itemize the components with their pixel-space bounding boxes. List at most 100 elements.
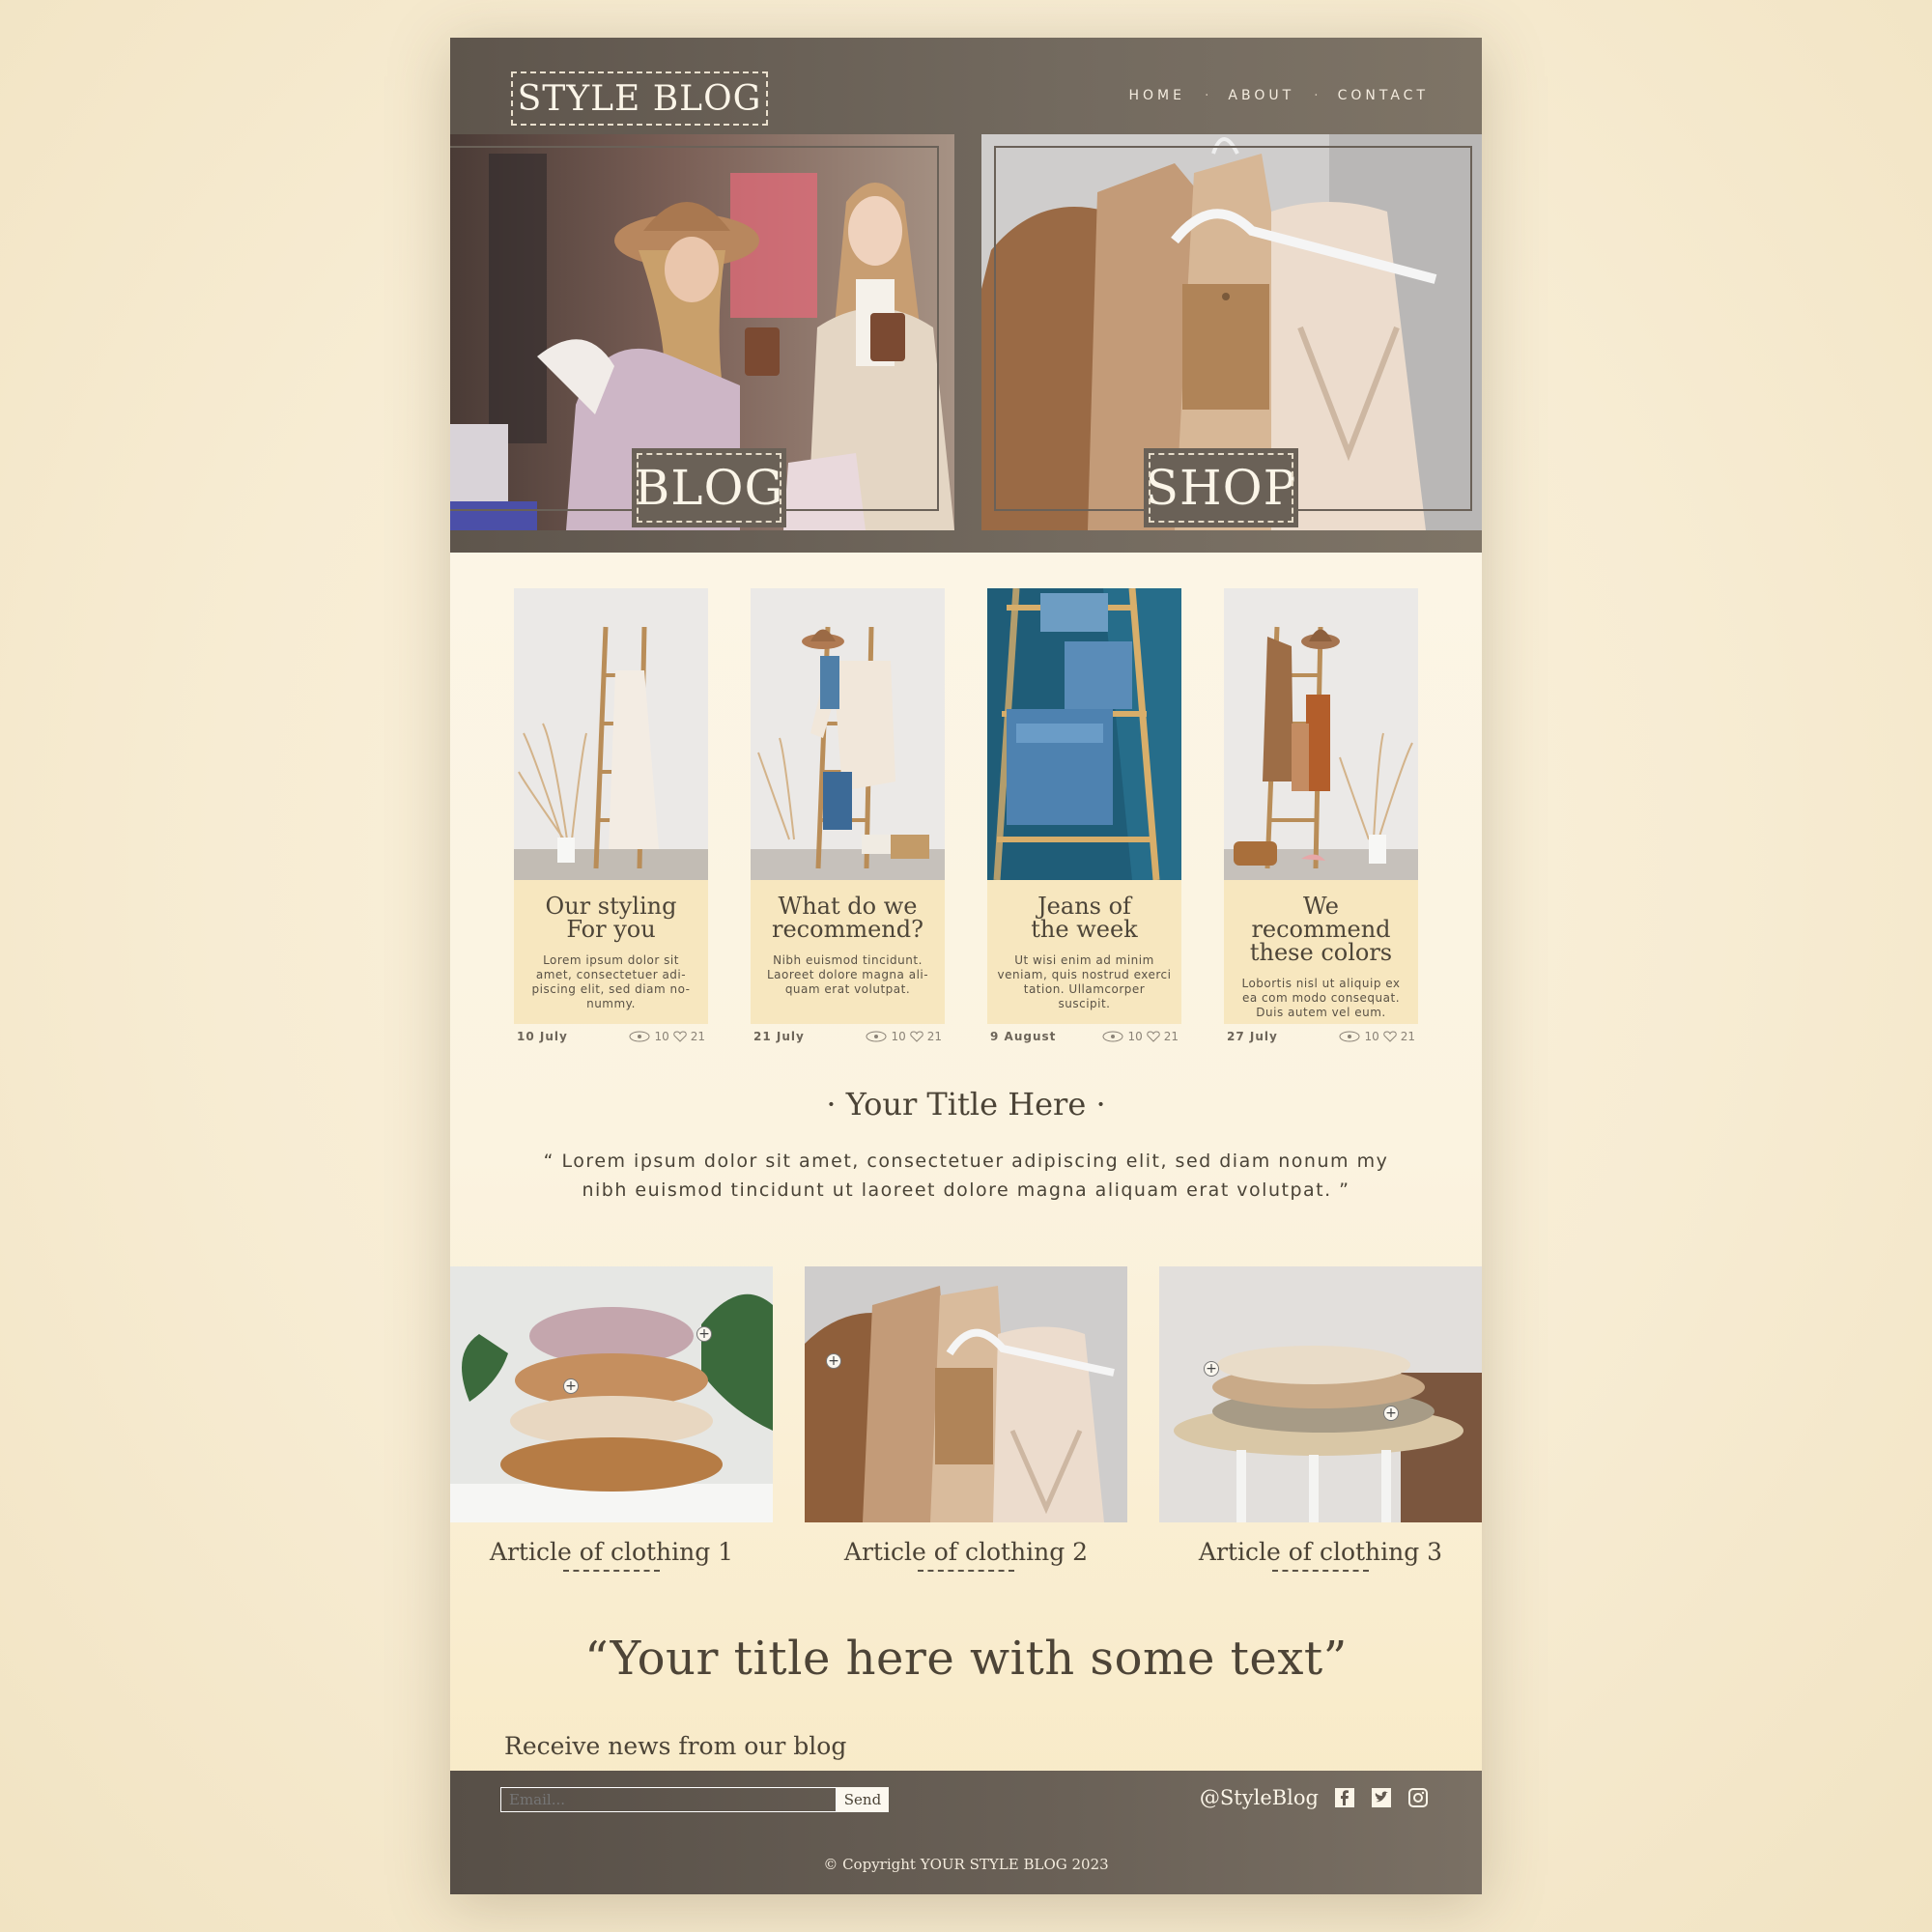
instagram-icon[interactable] [1407, 1787, 1429, 1808]
article-image: + + [450, 1266, 773, 1522]
site-logo[interactable]: STYLE BLOG [511, 71, 768, 126]
plus-icon[interactable]: + [826, 1353, 841, 1369]
card-meta: 21 July 10 21 [751, 1024, 945, 1043]
heart-icon[interactable] [1147, 1031, 1160, 1042]
card-image [1224, 588, 1418, 880]
nav-contact[interactable]: CONTACT [1338, 88, 1429, 103]
article-card[interactable]: + + Article of clothing 3 [1159, 1266, 1482, 1572]
plus-icon[interactable]: + [563, 1378, 579, 1394]
page: STYLE BLOG HOME · ABOUT · CONTACT BLOG S… [450, 38, 1482, 1894]
card-title: We recommend these colors [1224, 895, 1418, 964]
dashed-border [1149, 453, 1293, 523]
card-body: What do we recommend? Nibh euismod tinci… [751, 880, 945, 1024]
article-card[interactable]: + + Article of clothing 1 [450, 1266, 773, 1572]
likes-count: 21 [926, 1030, 942, 1043]
dashed-divider [1272, 1570, 1369, 1572]
dashed-border [637, 453, 781, 523]
jeans-on-ladder-photo [987, 588, 1181, 880]
dashed-divider [918, 1570, 1014, 1572]
blog-card[interactable]: What do we recommend? Nibh euismod tinci… [751, 588, 945, 1043]
article-title[interactable]: Article of clothing 2 [805, 1538, 1127, 1566]
hero-blog-label-box[interactable]: BLOG [632, 448, 786, 527]
card-image [751, 588, 945, 880]
heart-icon[interactable] [673, 1031, 687, 1042]
card-text: Lorem ipsum dolor sit amet, consectetuer… [531, 953, 691, 1010]
eye-icon [1339, 1031, 1360, 1042]
section-quote: “ Lorem ipsum dolor sit amet, consectetu… [543, 1151, 1389, 1201]
dress-on-ladder-photo [514, 588, 708, 880]
card-body: Jeans of the week Ut wisi enim ad minim … [987, 880, 1181, 1024]
card-title-line: the week [1031, 916, 1138, 943]
article-image: + + [1159, 1266, 1482, 1522]
article-card[interactable]: + Article of clothing 2 [805, 1266, 1127, 1572]
footer: Send @StyleBlog © Copyright YOUR STYLE B… [450, 1771, 1482, 1894]
eye-icon [866, 1031, 887, 1042]
likes-count: 21 [690, 1030, 705, 1043]
dashed-divider [563, 1570, 660, 1572]
card-date: 10 July [517, 1030, 568, 1043]
card-date: 9 August [990, 1030, 1057, 1043]
card-meta: 27 July 10 21 [1224, 1024, 1418, 1043]
plus-icon[interactable]: + [1204, 1361, 1219, 1377]
card-title-line: Our styling [545, 893, 677, 920]
social-links: @StyleBlog [1200, 1786, 1429, 1809]
nav-home[interactable]: HOME [1128, 88, 1184, 103]
email-input[interactable] [500, 1787, 837, 1812]
views-count: 10 [891, 1030, 906, 1043]
card-meta: 10 July 10 21 [514, 1024, 708, 1043]
twitter-icon[interactable] [1371, 1787, 1392, 1808]
nav-about[interactable]: ABOUT [1228, 88, 1294, 103]
card-title-line: Jeans of [1037, 893, 1131, 920]
eye-icon [629, 1031, 650, 1042]
card-text: Ut wisi enim ad minim veniam, quis nostr… [997, 953, 1172, 1010]
likes-count: 21 [1163, 1030, 1179, 1043]
card-title: Our styling For you [514, 895, 708, 941]
heart-icon[interactable] [910, 1031, 923, 1042]
blog-card[interactable]: Our styling For you Lorem ipsum dolor si… [514, 588, 708, 1043]
section-title: · Your Title Here · [826, 1086, 1106, 1122]
header: STYLE BLOG HOME · ABOUT · CONTACT BLOG S… [450, 38, 1482, 553]
views-count: 10 [1127, 1030, 1143, 1043]
social-handle[interactable]: @StyleBlog [1200, 1786, 1319, 1809]
article-title[interactable]: Article of clothing 1 [450, 1538, 773, 1566]
hanging-coats-photo [805, 1266, 1127, 1522]
card-image [987, 588, 1181, 880]
card-text: Lobortis nisl ut aliquip ex ea com modo … [1241, 977, 1401, 1019]
card-body: We recommend these colors Lobortis nisl … [1224, 880, 1418, 1024]
heart-icon[interactable] [1383, 1031, 1397, 1042]
newsletter-label: Receive news from our blog [504, 1732, 847, 1760]
card-meta: 9 August 10 21 [987, 1024, 1181, 1043]
card-body: Our styling For you Lorem ipsum dolor si… [514, 880, 708, 1024]
folded-clothes-on-stool-photo [1159, 1266, 1482, 1522]
card-title-line: these colors [1249, 939, 1393, 966]
article-title[interactable]: Article of clothing 3 [1159, 1538, 1482, 1566]
hero-shop-label-box[interactable]: SHOP [1144, 448, 1298, 527]
article-image: + [805, 1266, 1127, 1522]
feature-quote: “Your title here with some text” [584, 1632, 1348, 1686]
card-title-line: We recommend [1251, 893, 1391, 943]
copyright: © Copyright YOUR STYLE BLOG 2023 [823, 1856, 1109, 1873]
main-nav: HOME · ABOUT · CONTACT [1128, 88, 1429, 103]
blog-card[interactable]: We recommend these colors Lobortis nisl … [1224, 588, 1418, 1043]
card-title-line: For you [566, 916, 656, 943]
blog-card[interactable]: Jeans of the week Ut wisi enim ad minim … [987, 588, 1181, 1043]
card-title-line: recommend? [772, 916, 923, 943]
views-count: 10 [1364, 1030, 1379, 1043]
card-title: What do we recommend? [751, 895, 945, 941]
coat-on-ladder-photo [1224, 588, 1418, 880]
send-button[interactable]: Send [837, 1787, 889, 1812]
hero-blog-image[interactable]: BLOG [450, 134, 954, 530]
card-stats: 10 21 [1339, 1030, 1415, 1043]
plus-icon[interactable]: + [696, 1326, 712, 1342]
hero-shop-image[interactable]: SHOP [981, 134, 1482, 530]
nav-separator: · [1204, 88, 1209, 103]
card-date: 27 July [1227, 1030, 1278, 1043]
facebook-icon[interactable] [1334, 1787, 1355, 1808]
plus-icon[interactable]: + [1383, 1406, 1399, 1421]
card-image [514, 588, 708, 880]
card-title-line: What do we [778, 893, 918, 920]
card-date: 21 July [753, 1030, 805, 1043]
likes-count: 21 [1400, 1030, 1415, 1043]
card-stats: 10 21 [629, 1030, 705, 1043]
nav-separator: · [1314, 88, 1319, 103]
